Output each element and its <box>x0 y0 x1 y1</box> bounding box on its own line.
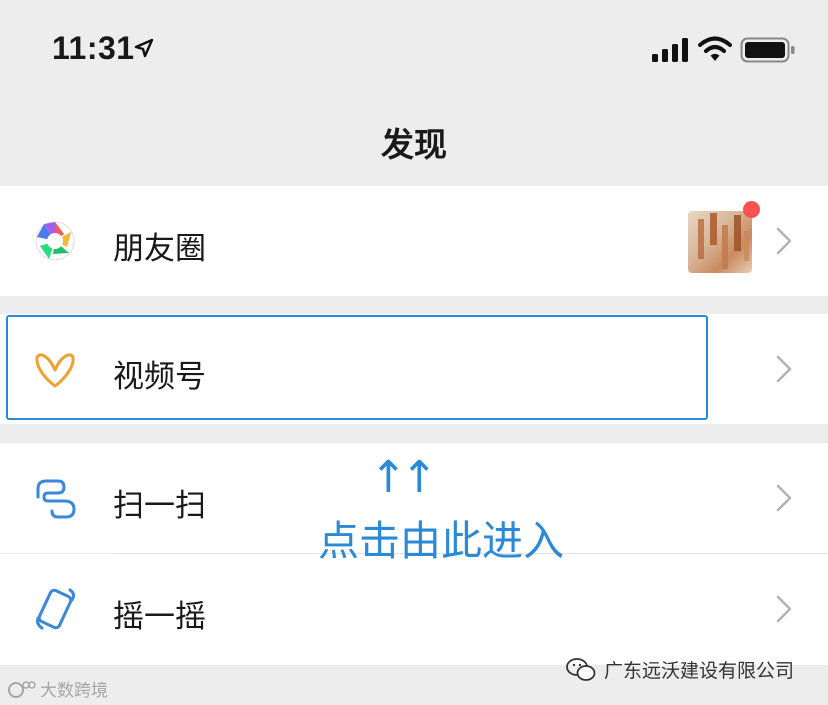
annotation-arrows: ↑↑ <box>370 452 438 503</box>
chevron-right-icon <box>776 484 792 512</box>
shake-icon <box>36 588 76 630</box>
watermark-company: 广东远沃建设有限公司 <box>566 656 794 683</box>
status-bar: 11:31 <box>0 0 828 100</box>
watermark-brand: 大数跨境 <box>6 676 108 701</box>
wechat-logo-icon <box>566 657 596 681</box>
highlight-box <box>6 315 708 420</box>
status-time: 11:31 <box>52 30 135 66</box>
item-label: 朋友圈 <box>113 231 206 267</box>
chevron-right-icon <box>776 355 792 383</box>
cellular-signal-icon <box>652 38 688 62</box>
scan-icon <box>36 479 76 519</box>
item-label: 扫一扫 <box>113 488 206 524</box>
battery-icon <box>740 37 795 63</box>
location-arrow-icon <box>134 38 154 58</box>
item-label: 摇一摇 <box>113 599 206 635</box>
moments-aperture-icon <box>35 221 75 261</box>
new-post-badge <box>743 201 760 218</box>
watermark-brand-text: 大数跨境 <box>40 681 108 701</box>
list-item-shake[interactable]: 摇一摇 <box>0 554 828 665</box>
chevron-right-icon <box>776 595 792 623</box>
chevron-right-icon <box>776 227 792 255</box>
annotation-text: 点击由此进入 <box>318 517 564 565</box>
watermark-company-text: 广东远沃建设有限公司 <box>604 660 795 682</box>
brand-logo-icon <box>8 680 36 698</box>
moments-thumbnail <box>688 211 752 273</box>
wifi-icon <box>698 36 732 61</box>
page-title: 发现 <box>381 125 447 164</box>
